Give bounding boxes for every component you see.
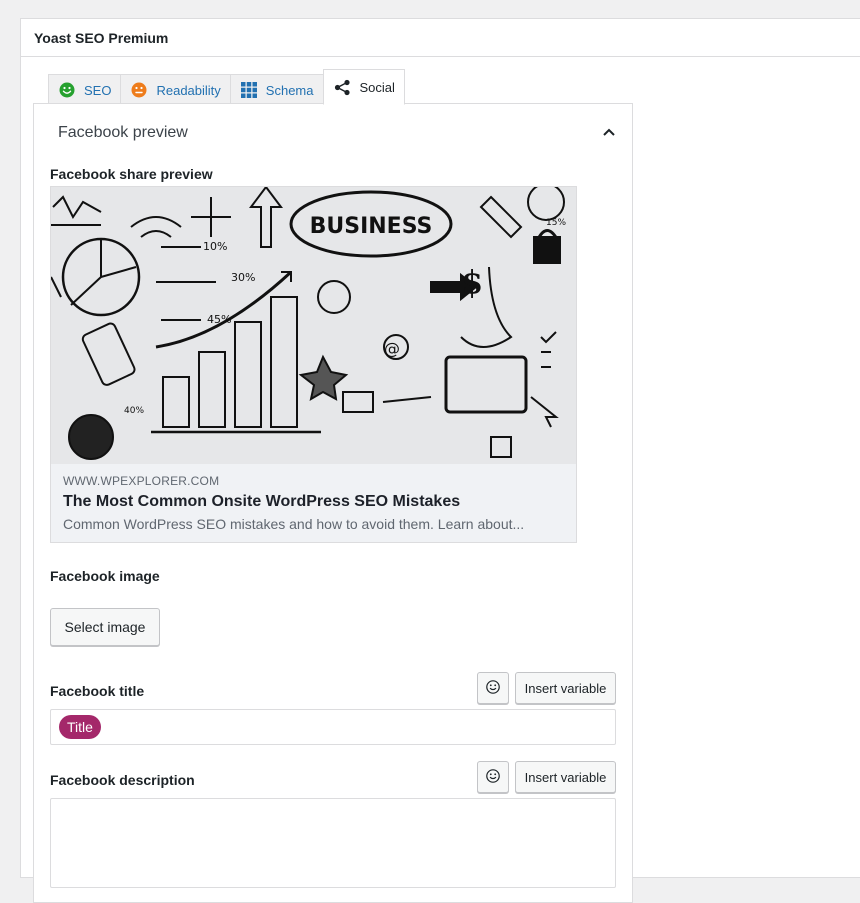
preview-fortyfive-percent: 45%: [207, 313, 231, 326]
preview-fifteen-percent: 15%: [546, 218, 566, 228]
preview-forty-percent: 40%: [124, 406, 144, 416]
facebook-title-input[interactable]: Title: [50, 709, 616, 745]
emoji-picker-button[interactable]: [477, 672, 509, 704]
preview-business-text: BUSINESS: [310, 214, 433, 239]
smiley-orange-icon: [131, 82, 147, 98]
metabox-title: Yoast SEO Premium: [34, 29, 169, 46]
smiley-icon: [486, 768, 500, 786]
grid-icon: [240, 82, 257, 98]
tab-seo-label: SEO: [84, 82, 112, 98]
metabox-header[interactable]: Yoast SEO Premium: [21, 19, 860, 57]
svg-text:$: $: [461, 263, 483, 301]
chevron-up-icon: [602, 124, 616, 142]
svg-text:@: @: [384, 339, 400, 358]
facebook-image-label: Facebook image: [50, 568, 160, 584]
share-icon: [334, 79, 351, 96]
tab-schema-label: Schema: [265, 82, 314, 98]
insert-variable-button-title[interactable]: Insert variable: [515, 672, 616, 704]
social-panel: Facebook preview Facebook share preview: [33, 103, 633, 903]
preview-thirty-percent: 30%: [231, 271, 255, 284]
tab-readability[interactable]: Readability: [120, 74, 231, 105]
tab-readability-label: Readability: [156, 82, 221, 98]
facebook-preview-card[interactable]: BUSINESS 10% 30% 45% 15% 40% $ @ WWW.WPE…: [50, 186, 577, 543]
facebook-title-label: Facebook title: [50, 683, 145, 699]
smiley-green-icon: [59, 82, 75, 98]
tab-seo[interactable]: SEO: [48, 74, 122, 105]
insert-variable-button-description[interactable]: Insert variable: [515, 761, 616, 793]
facebook-preview-toggle[interactable]: Facebook preview: [58, 124, 616, 142]
tab-social[interactable]: Social: [322, 69, 405, 105]
preview-text-area: WWW.WPEXPLORER.COM The Most Common Onsit…: [51, 464, 576, 532]
tab-social-label: Social: [359, 79, 395, 95]
smiley-icon: [486, 679, 500, 697]
facebook-description-label: Facebook description: [50, 772, 195, 788]
tab-schema[interactable]: Schema: [229, 74, 324, 105]
emoji-picker-button-description[interactable]: [477, 761, 509, 793]
preview-ten-percent: 10%: [203, 240, 227, 253]
preview-image: BUSINESS 10% 30% 45% 15% 40% $ @: [51, 187, 576, 464]
facebook-share-preview-label: Facebook share preview: [50, 166, 213, 182]
preview-title: The Most Common Onsite WordPress SEO Mis…: [63, 493, 461, 510]
facebook-preview-heading: Facebook preview: [58, 124, 188, 141]
facebook-description-input[interactable]: [50, 798, 616, 888]
title-variable-pill[interactable]: Title: [59, 715, 101, 739]
preview-description: Common WordPress SEO mistakes and how to…: [63, 516, 525, 532]
select-image-button[interactable]: Select image: [50, 608, 160, 646]
preview-domain: WWW.WPEXPLORER.COM: [63, 474, 220, 488]
yoast-metabox: Yoast SEO Premium SEO Readability Schema…: [20, 18, 860, 903]
